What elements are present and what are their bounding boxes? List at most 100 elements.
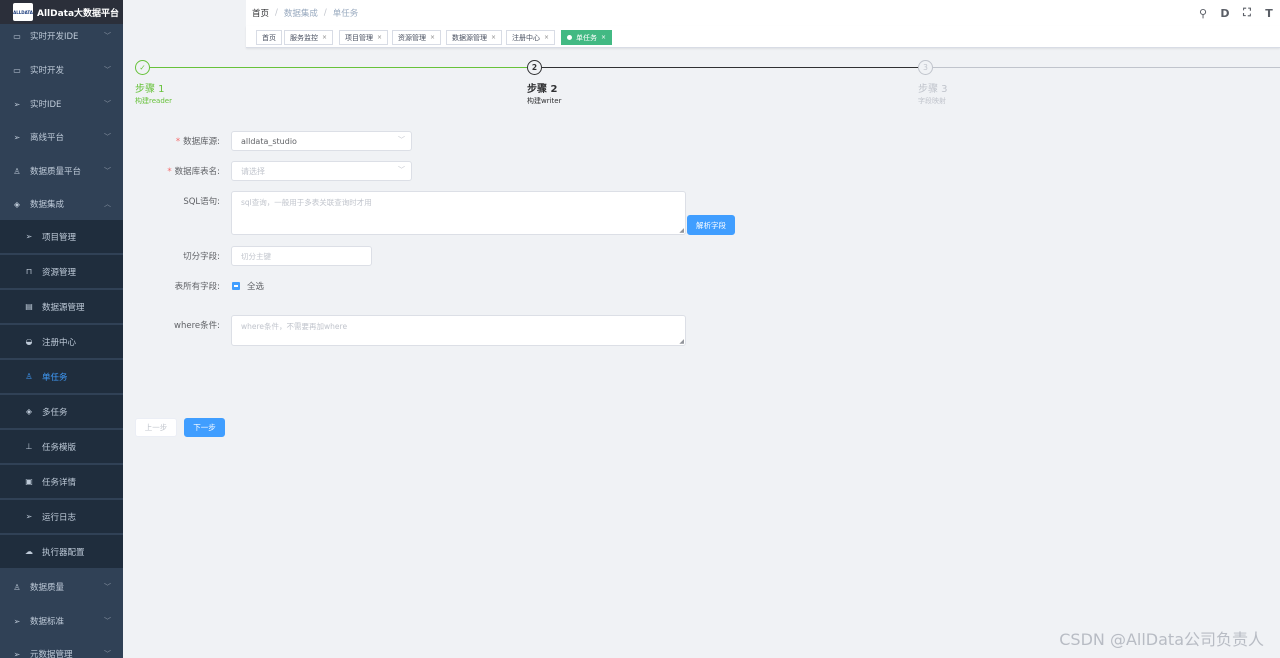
send-icon: ➢ xyxy=(25,232,33,241)
sidebar-item-sub_items-3[interactable]: ◒ 注册中心 xyxy=(0,325,123,358)
dashboard-icon: ◒ xyxy=(25,337,33,346)
chevron-up-icon: ︿ xyxy=(104,200,111,208)
chevron-down-icon: ﹀ xyxy=(104,583,111,591)
step-connector-2 xyxy=(542,67,918,68)
tags-view: 首页 服务监控 × 项目管理 × 资源管理 × 数据源管理 × 注册中心 × 单任务 × xyxy=(246,26,1280,48)
parse-fields-button[interactable]: 解析字段 xyxy=(687,215,735,235)
sidebar-item-sub_items-9[interactable]: ☁ 执行器配置 xyxy=(0,535,123,568)
monitor-icon: ▭ xyxy=(13,65,21,75)
all-fields-label: 表所有字段: xyxy=(174,282,220,292)
sidebar-item-bottom_items-2[interactable]: ➢ 元数据管理 ﹀ xyxy=(0,637,123,658)
send-icon: ➢ xyxy=(25,512,33,521)
select-all-checkbox[interactable] xyxy=(232,282,240,290)
sidebar-item-label: 数据质量平台 xyxy=(30,167,82,177)
tag-5[interactable]: 注册中心 × xyxy=(506,30,556,45)
close-icon[interactable]: × xyxy=(377,34,382,41)
step-connector-1 xyxy=(150,67,527,68)
tag-label: 资源管理 xyxy=(398,33,426,42)
where-textarea[interactable]: where条件，不需要再加where ◢ xyxy=(231,315,686,346)
datasource-select[interactable]: alldata_studio ﹀ xyxy=(231,131,412,151)
search-icon[interactable]: ⚲ xyxy=(1192,7,1214,20)
breadcrumb-home[interactable]: 首页 xyxy=(252,7,269,19)
prev-step-button[interactable]: 上一步 xyxy=(135,418,177,437)
document-icon[interactable]: D xyxy=(1214,7,1236,20)
step-3-title: 步骤 3 xyxy=(918,84,948,95)
breadcrumb-data-integration[interactable]: 数据集成 xyxy=(284,7,318,19)
sidebar-item-sub_items-2[interactable]: ▤ 数据源管理 xyxy=(0,290,123,323)
close-icon[interactable]: × xyxy=(430,34,435,41)
tag-6[interactable]: 单任务 × xyxy=(561,30,613,45)
tag-0[interactable]: 首页 xyxy=(256,30,282,45)
sidebar-item-label: 项目管理 xyxy=(42,232,77,243)
sidebar-item-items-5[interactable]: ◈ 数据集成 ︿ xyxy=(0,187,123,221)
step-1-check-icon: ✓ xyxy=(135,60,150,75)
resize-handle-icon[interactable]: ◢ xyxy=(679,227,684,234)
send-icon: ➢ xyxy=(13,99,21,109)
sidebar-item-label: 数据标准 xyxy=(30,617,65,627)
sidebar-item-sub_items-7[interactable]: ▣ 任务详情 xyxy=(0,465,123,498)
fullscreen-icon[interactable]: ⛶ xyxy=(1236,6,1258,20)
sidebar-item-label: 单任务 xyxy=(42,372,68,383)
tag-label: 首页 xyxy=(262,33,276,42)
tag-1[interactable]: 服务监控 × xyxy=(284,30,334,45)
navbar-icons: ⚲ D ⛶ T xyxy=(1192,0,1280,26)
sidebar-item-sub_items-5[interactable]: ◈ 多任务 xyxy=(0,395,123,428)
sidebar-item-sub_items-6[interactable]: ⊥ 任务模版 xyxy=(0,430,123,463)
step-3-description: 字段映射 xyxy=(918,97,946,105)
next-step-button[interactable]: 下一步 xyxy=(184,418,225,437)
sql-label: SQL语句: xyxy=(183,197,220,207)
sidebar-item-bottom_items-1[interactable]: ➢ 数据标准 ﹀ xyxy=(0,604,123,638)
step-2-title: 步骤 2 xyxy=(527,84,558,95)
close-icon[interactable]: × xyxy=(601,34,606,41)
sidebar-item-items-0[interactable]: ▭ 实时开发IDE ﹀ xyxy=(0,19,123,53)
tag-4[interactable]: 数据源管理 × xyxy=(446,30,503,45)
cube-icon: ◈ xyxy=(13,199,21,209)
step-3-number: 3 xyxy=(918,60,933,75)
resize-handle-icon[interactable]: ◢ xyxy=(679,338,684,345)
close-icon[interactable]: × xyxy=(491,34,496,41)
where-label: where条件: xyxy=(174,321,220,331)
select-all-label[interactable]: 全选 xyxy=(247,280,264,292)
sidebar-item-label: 实时开发IDE xyxy=(30,32,79,42)
user-icon: ♙ xyxy=(13,582,21,592)
table-name-select[interactable]: 请选择 ﹀ xyxy=(231,161,412,181)
sidebar-item-items-3[interactable]: ➢ 离线平台 ﹀ xyxy=(0,120,123,154)
split-field-input[interactable]: 切分主键 xyxy=(231,246,372,266)
close-icon[interactable]: × xyxy=(322,34,327,41)
tag-2[interactable]: 项目管理 × xyxy=(339,30,389,45)
table-name-label: * 数据库表名: xyxy=(167,167,220,177)
cloud-upload-icon: ☁ xyxy=(25,547,33,556)
tag-label: 单任务 xyxy=(576,33,597,42)
datasource-label: * 数据库源: xyxy=(175,137,220,147)
sidebar-item-sub_items-0[interactable]: ➢ 项目管理 xyxy=(0,220,123,253)
sidebar-item-sub_items-4[interactable]: ♙ 单任务 xyxy=(0,360,123,393)
sidebar-item-label: 注册中心 xyxy=(42,337,77,348)
sidebar-item-items-2[interactable]: ➢ 实时IDE ﹀ xyxy=(0,87,123,121)
sidebar-item-label: 数据源管理 xyxy=(42,302,85,313)
watermark: CSDN @AllData公司负责人 xyxy=(1059,630,1264,649)
font-size-icon[interactable]: T xyxy=(1258,7,1280,20)
breadcrumb-current: 单任务 xyxy=(332,9,359,19)
send-icon: ➢ xyxy=(13,132,21,142)
close-icon[interactable]: × xyxy=(544,34,549,41)
sidebar-item-label: 数据质量 xyxy=(30,583,65,593)
sidebar-item-sub_items-8[interactable]: ➢ 运行日志 xyxy=(0,500,123,533)
sidebar-item-sub_items-1[interactable]: ⊓ 资源管理 xyxy=(0,255,123,288)
tag-3[interactable]: 资源管理 × xyxy=(392,30,442,45)
sql-textarea[interactable]: sql查询，一般用于多表关联查询时才用 ◢ xyxy=(231,191,686,235)
sidebar-item-bottom_items-0[interactable]: ♙ 数据质量 ﹀ xyxy=(0,570,123,604)
document-icon: ▣ xyxy=(25,477,33,486)
sidebar-item-label: 多任务 xyxy=(42,407,68,418)
tag-label: 项目管理 xyxy=(345,33,373,42)
sidebar-item-label: 离线平台 xyxy=(30,133,65,143)
sidebar-item-items-1[interactable]: ▭ 实时开发 ﹀ xyxy=(0,53,123,87)
breadcrumb-separator: / xyxy=(275,8,278,18)
sidebar-item-label: 数据集成 xyxy=(30,200,65,210)
send-icon: ➢ xyxy=(13,649,21,658)
step-1-title: 步骤 1 xyxy=(135,84,165,95)
sidebar-item-label: 任务详情 xyxy=(42,477,77,488)
chevron-down-icon: ﹀ xyxy=(104,167,111,175)
chevron-down-icon: ﹀ xyxy=(104,66,111,74)
sidebar-item-items-4[interactable]: ♙ 数据质量平台 ﹀ xyxy=(0,154,123,188)
navbar: 首页 / 数据集成 / 单任务 ⚲ D ⛶ T xyxy=(246,0,1280,26)
